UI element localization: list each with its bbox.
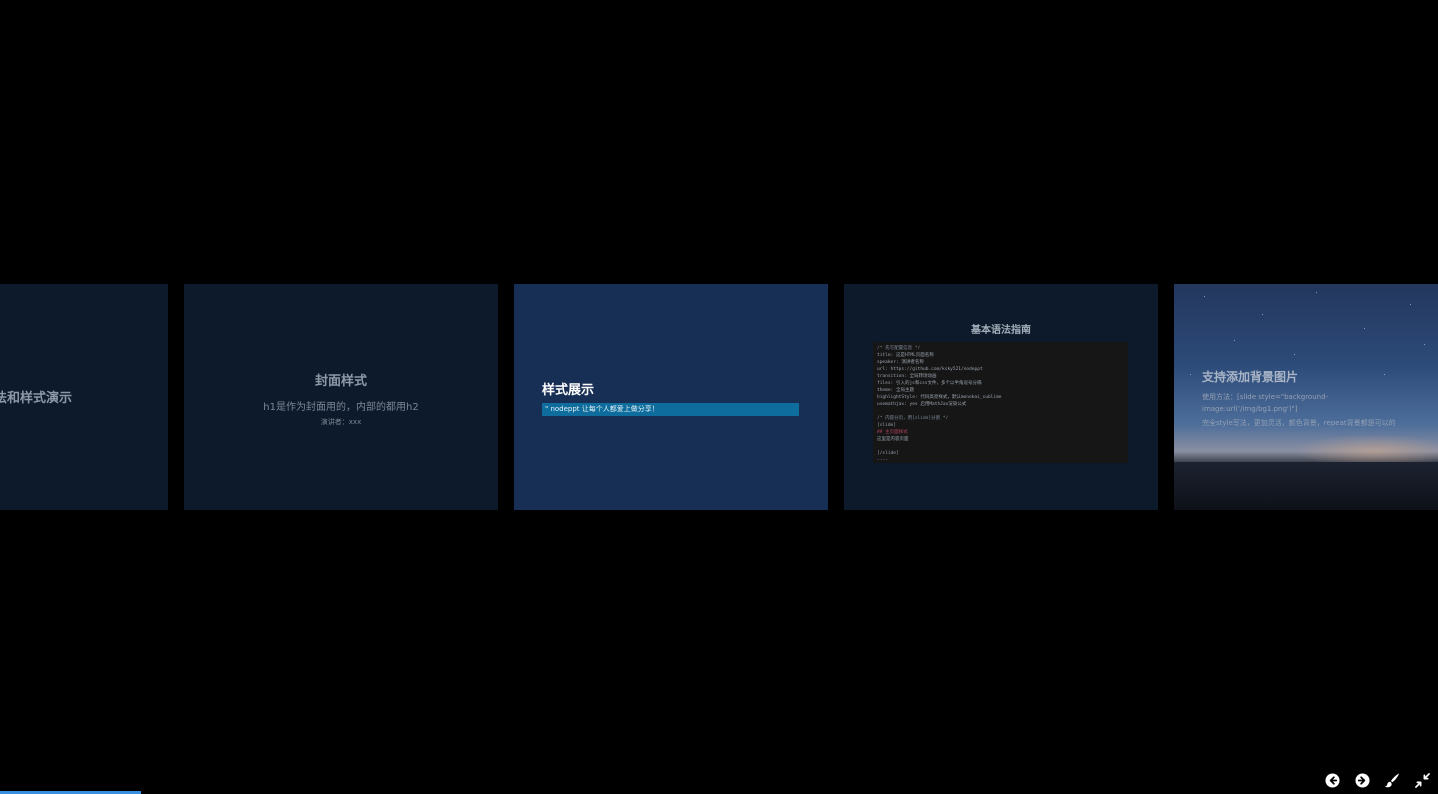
slide-title: 样式展示 xyxy=(542,383,595,398)
slide-thumbnail-syntax-guide[interactable]: 基本语法指南 /* 先写配置信息 */ title: 这是HTML页面名称 sp… xyxy=(844,284,1158,510)
slide-text-line: image:url('/img/bg1.png')"] xyxy=(1202,405,1298,413)
slide-title: 基本语法指南 xyxy=(971,325,1031,336)
slide-title: 支持添加背景图片 xyxy=(1202,370,1299,384)
arrow-left-circle-icon xyxy=(1324,772,1340,788)
code-line: /* 内容分页，用[slide]分割 */ xyxy=(877,416,949,421)
compress-icon xyxy=(1414,772,1430,788)
code-block: /* 先写配置信息 */ title: 这是HTML页面名称 speaker: … xyxy=(873,342,1128,463)
code-line: title: 这是HTML页面名称 xyxy=(877,353,934,358)
slide-presenter: 演讲者：xxx xyxy=(320,418,362,426)
brush-icon xyxy=(1385,773,1399,787)
slide-thumbnail-cover[interactable]: 封面样式 h1是作为封面用的，内部的都用h2 演讲者：xxx xyxy=(184,284,498,510)
code-line: speaker: 演讲者名称 xyxy=(877,360,924,365)
presentation-controls xyxy=(1324,772,1430,788)
code-line: usemathjax: yes 启用MathJax渲染公式 xyxy=(877,402,967,407)
slide-title: 封面样式 xyxy=(314,374,367,389)
next-slide-button[interactable] xyxy=(1354,772,1370,788)
slide-text-line: 使用方法：[slide style="background- xyxy=(1202,393,1329,401)
slide-text-line: 完全style写法，更加灵活，颜色背景，repeat背景都是可以的 xyxy=(1202,419,1396,427)
prev-slide-button[interactable] xyxy=(1324,772,1340,788)
paint-button[interactable] xyxy=(1384,772,1400,788)
slide-thumbnail-syntax-demo[interactable]: 法和样式演示 xyxy=(0,284,168,510)
code-line: [/slide] xyxy=(877,451,899,456)
slide-thumbnail-style-demo[interactable]: 样式展示 " nodeppt 让每个人都爱上做分享！ xyxy=(514,284,828,510)
code-line: url: https://github.com/ksky521/nodeppt xyxy=(877,367,983,372)
code-line: /* 先写配置信息 */ xyxy=(877,346,921,351)
code-line: 这里是内容页面 xyxy=(877,437,909,442)
sea-horizon xyxy=(1174,462,1438,510)
code-line: highlightStyle: 代码高亮样式，默认monokai_sublime xyxy=(877,395,1002,400)
code-line: [slide] xyxy=(877,423,896,428)
code-line: transition: 全局转场动画 xyxy=(877,374,937,379)
exit-overview-button[interactable] xyxy=(1414,772,1430,788)
slide-subtitle: h1是作为封面用的，内部的都用h2 xyxy=(263,402,419,413)
slide-overview: 法和样式演示 封面样式 h1是作为封面用的，内部的都用h2 演讲者：xxx 样式… xyxy=(0,0,1438,794)
code-line: ## 主页面样式 xyxy=(877,430,908,435)
slide-title: 法和样式演示 xyxy=(0,391,72,406)
arrow-right-circle-icon xyxy=(1354,772,1370,788)
slide-blockquote: " nodeppt 让每个人都爱上做分享！ xyxy=(542,403,799,416)
slide-thumbnail-background-image[interactable]: 支持添加背景图片 使用方法：[slide style="background- … xyxy=(1174,284,1438,510)
code-line: theme: 全局主题 xyxy=(877,388,914,393)
code-line: ---- xyxy=(877,458,888,463)
code-line: files: 引入的js和css文件，多个以半角逗号分隔 xyxy=(877,381,982,386)
